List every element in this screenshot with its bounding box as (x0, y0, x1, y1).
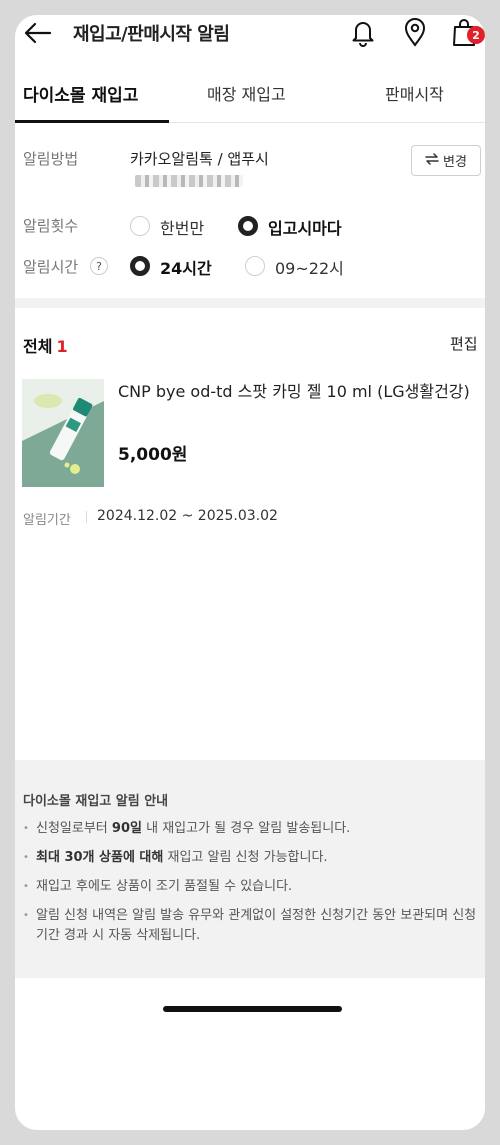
radio-every-restock[interactable] (238, 216, 258, 236)
period-separator (86, 511, 87, 523)
period-value: 2024.12.02 ~ 2025.03.02 (97, 508, 278, 524)
total-count-title: 전체 1 (23, 333, 68, 357)
product-price: 5,000원 (118, 445, 188, 465)
guide-title: 다이소몰 재입고 알림 안내 (23, 794, 169, 809)
edit-button[interactable]: 편집 (450, 333, 478, 354)
guide-item: 재입고 후에도 상품이 조기 품절될 수 있습니다. (23, 877, 477, 897)
guide-item-text: 재입고 알림 신청 가능합니다. (163, 850, 328, 865)
radio-24h[interactable] (130, 256, 150, 276)
radio-once[interactable] (130, 216, 150, 236)
product-name[interactable]: CNP bye od-td 스팟 카밍 젤 10 ml (LG생활건강) (118, 380, 473, 404)
total-label: 전체 (23, 337, 53, 356)
top-header: 재입고/판매시작 알림 2 (15, 15, 485, 51)
app-screen: 재입고/판매시작 알림 2 다이소몰 재입고 매장 재입고 판매시작 알림방법 … (15, 15, 485, 1130)
help-icon[interactable]: ? (90, 257, 108, 275)
guide-item-text: 재입고 후에도 상품이 조기 품절될 수 있습니다. (36, 879, 293, 894)
tab-bar: 다이소몰 재입고 매장 재입고 판매시작 (15, 71, 485, 123)
page-title: 재입고/판매시작 알림 (73, 24, 230, 45)
period-label: 알림기간 (23, 513, 71, 528)
total-count: 1 (56, 337, 68, 356)
guide-item-text: 내 재입고가 될 경우 알림 발송됩니다. (141, 821, 351, 836)
guide-item: 신청일로부터 90일 내 재입고가 될 경우 알림 발송됩니다. (23, 819, 477, 839)
option-once-label: 한번만 (160, 219, 205, 238)
active-tab-indicator (15, 120, 169, 123)
change-button-label: 변경 (443, 155, 467, 170)
home-indicator[interactable] (163, 1006, 342, 1012)
swap-arrows-icon (425, 152, 439, 169)
location-pin-icon[interactable] (401, 17, 429, 47)
guide-item-text: 신청일로부터 (36, 821, 112, 836)
tab-daiso-mall-restock[interactable]: 다이소몰 재입고 (23, 81, 138, 106)
time-label: 알림시간 (23, 258, 79, 276)
guide-item-bold: 90일 (111, 821, 142, 836)
option-24h-label: 24시간 (160, 259, 212, 278)
guide-item: 최대 30개 상품에 대해 재입고 알림 신청 가능합니다. (23, 848, 477, 868)
guide-section: 다이소몰 재입고 알림 안내 신청일로부터 90일 내 재입고가 될 경우 알림… (15, 760, 485, 978)
count-label: 알림횟수 (23, 217, 79, 235)
guide-item-text: 알림 신청 내역은 알림 발송 유무와 관계없이 설정한 신청기간 동안 보관되… (36, 908, 477, 943)
option-9-to-22-label: 09~22시 (275, 259, 344, 278)
method-label: 알림방법 (23, 150, 79, 168)
section-divider (15, 298, 485, 308)
arrow-left-icon[interactable] (23, 19, 53, 47)
method-value: 카카오알림톡 / 앱푸시 (130, 150, 269, 168)
radio-9-to-22[interactable] (245, 256, 265, 276)
masked-contact-info (135, 175, 243, 187)
change-method-button[interactable]: 변경 (411, 145, 481, 176)
option-every-restock-label: 입고시마다 (268, 219, 342, 238)
bell-icon[interactable] (349, 17, 377, 47)
guide-item: 알림 신청 내역은 알림 발송 유무와 관계없이 설정한 신청기간 동안 보관되… (23, 906, 477, 946)
tab-sale-start[interactable]: 판매시작 (385, 81, 444, 105)
cart-count-badge: 2 (467, 26, 485, 44)
guide-item-bold: 최대 30개 상품에 대해 (36, 850, 164, 865)
tab-store-restock[interactable]: 매장 재입고 (207, 81, 286, 105)
product-image[interactable] (22, 379, 104, 487)
